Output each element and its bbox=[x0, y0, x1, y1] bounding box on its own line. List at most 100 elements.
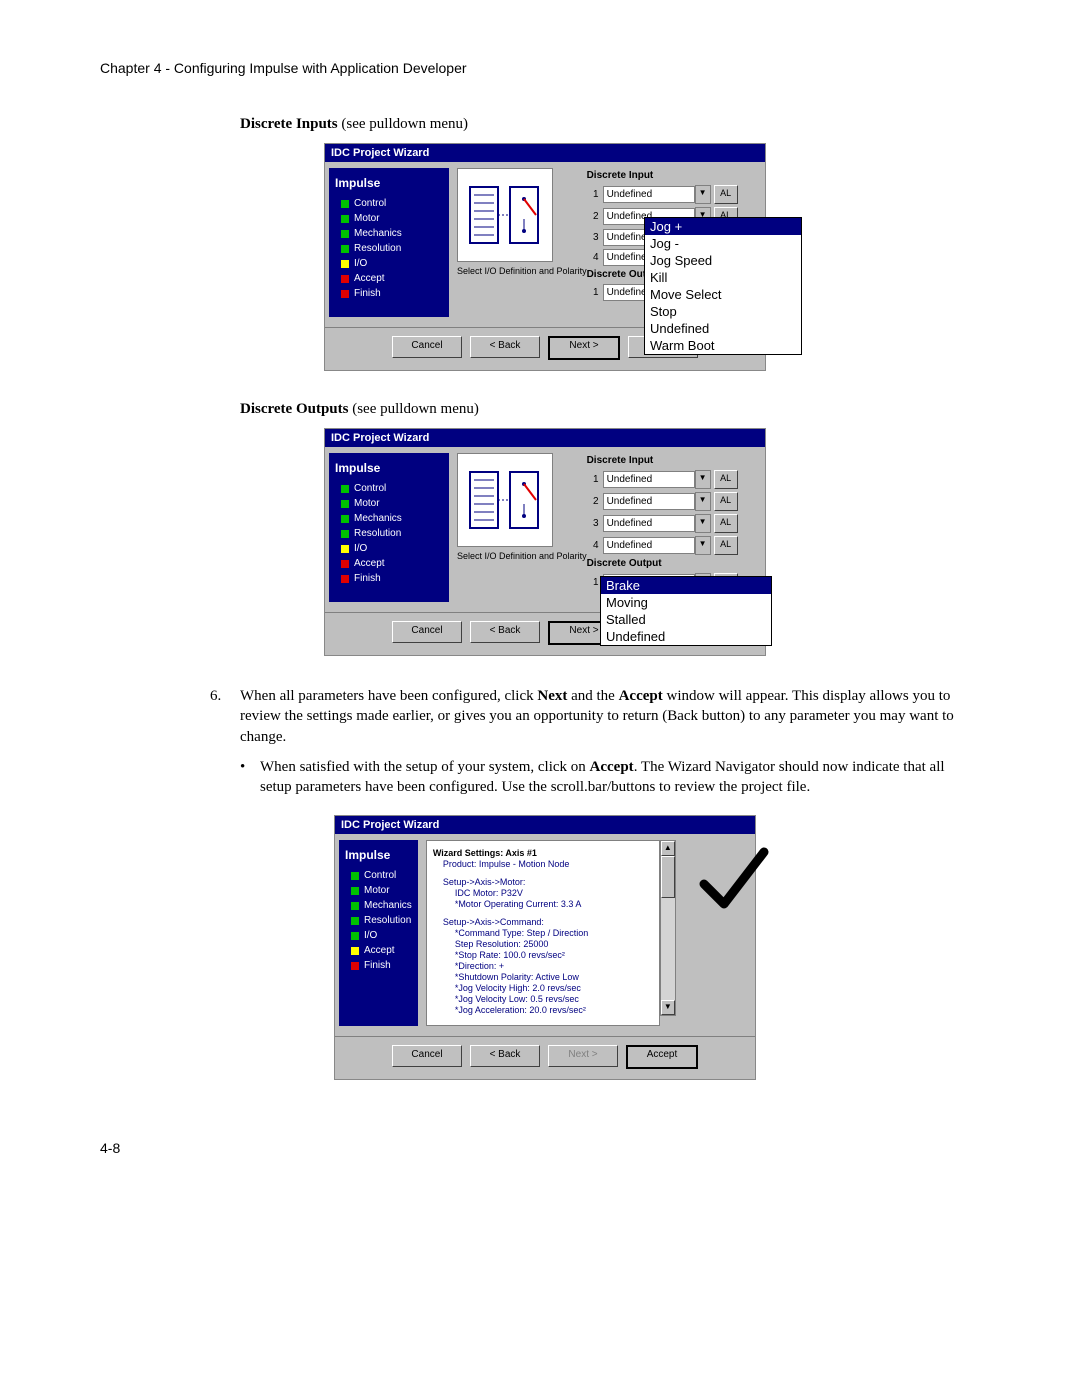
di-field-3[interactable]: Undefined bbox=[603, 515, 695, 532]
status-icon bbox=[341, 485, 349, 493]
nav-item-accept[interactable]: Accept bbox=[351, 945, 412, 956]
al-button[interactable]: AL bbox=[714, 470, 738, 489]
di-bold: Discrete Inputs bbox=[240, 116, 338, 132]
di-field-1[interactable]: Undefined bbox=[603, 186, 695, 203]
di-field-4[interactable]: Undefined bbox=[603, 537, 695, 554]
bullet-1: • When satisfied with the setup of your … bbox=[240, 757, 970, 798]
wizard-titlebar: IDC Project Wizard bbox=[325, 429, 765, 447]
cancel-button[interactable]: Cancel bbox=[392, 336, 462, 358]
nav-item-control[interactable]: Control bbox=[341, 483, 443, 494]
di-field-1[interactable]: Undefined bbox=[603, 471, 695, 488]
opt-jog-speed[interactable]: Jog Speed bbox=[645, 252, 801, 269]
io-illustration bbox=[457, 168, 553, 262]
nav-item-motor[interactable]: Motor bbox=[351, 885, 412, 896]
status-icon bbox=[341, 575, 349, 583]
dropdown-icon[interactable]: ▼ bbox=[695, 514, 711, 533]
nav-item-resolution[interactable]: Resolution bbox=[341, 243, 443, 254]
al-button-1[interactable]: AL bbox=[714, 185, 738, 204]
summary-box: Wizard Settings: Axis #1 Product: Impuls… bbox=[426, 840, 660, 1026]
opt-undefined[interactable]: Undefined bbox=[645, 320, 801, 337]
back-button[interactable]: < Back bbox=[470, 336, 540, 358]
di-rest: (see pulldown menu) bbox=[338, 116, 468, 132]
bullet-text: When satisfied with the setup of your sy… bbox=[260, 757, 970, 798]
opt-move-select[interactable]: Move Select bbox=[645, 286, 801, 303]
nav-item-mechanics[interactable]: Mechanics bbox=[341, 513, 443, 524]
wizard-nav: Impulse Control Motor Mechanics Resoluti… bbox=[329, 453, 449, 602]
nav-item-motor[interactable]: Motor bbox=[341, 498, 443, 509]
opt-stalled[interactable]: Stalled bbox=[601, 611, 771, 628]
cancel-button[interactable]: Cancel bbox=[392, 621, 462, 643]
do-bold: Discrete Outputs bbox=[240, 401, 348, 417]
wizard-titlebar: IDC Project Wizard bbox=[325, 144, 765, 162]
nav-title: Impulse bbox=[335, 461, 443, 475]
nav-item-accept[interactable]: Accept bbox=[341, 273, 443, 284]
status-icon bbox=[341, 290, 349, 298]
step-text: When all parameters have been configured… bbox=[240, 686, 970, 747]
opt-brake[interactable]: Brake bbox=[601, 577, 771, 594]
status-icon bbox=[341, 560, 349, 568]
nav-item-finish[interactable]: Finish bbox=[351, 960, 412, 971]
dropdown-icon[interactable]: ▼ bbox=[695, 536, 711, 555]
wizard-nav: Impulse Control Motor Mechanics Resoluti… bbox=[329, 168, 449, 317]
dropdown-icon[interactable]: ▼ bbox=[695, 492, 711, 511]
status-icon bbox=[351, 917, 359, 925]
status-icon bbox=[341, 260, 349, 268]
status-icon bbox=[351, 947, 359, 955]
io-illustration bbox=[457, 453, 553, 547]
di-dropdown-list[interactable]: Jog + Jog - Jog Speed Kill Move Select S… bbox=[644, 217, 802, 355]
section-discrete-inputs: Discrete Inputs (see pulldown menu) bbox=[240, 116, 990, 133]
next-button: Next > bbox=[548, 1045, 618, 1067]
nav-item-resolution[interactable]: Resolution bbox=[341, 528, 443, 539]
al-button[interactable]: AL bbox=[714, 536, 738, 555]
opt-undefined[interactable]: Undefined bbox=[601, 628, 771, 645]
nav-item-io[interactable]: I/O bbox=[351, 930, 412, 941]
status-icon bbox=[351, 902, 359, 910]
summary-scrollbar[interactable]: ▲ ▼ bbox=[660, 840, 676, 1016]
wizard-nav: Impulse Control Motor Mechanics Resoluti… bbox=[339, 840, 418, 1026]
di-field-2[interactable]: Undefined bbox=[603, 493, 695, 510]
page-number: 4-8 bbox=[100, 1140, 990, 1156]
bullet-icon: • bbox=[240, 757, 260, 798]
status-icon bbox=[341, 545, 349, 553]
checkmark-icon bbox=[694, 844, 770, 920]
opt-warm-boot[interactable]: Warm Boot bbox=[645, 337, 801, 354]
section-discrete-outputs: Discrete Outputs (see pulldown menu) bbox=[240, 401, 990, 418]
opt-kill[interactable]: Kill bbox=[645, 269, 801, 286]
cancel-button[interactable]: Cancel bbox=[392, 1045, 462, 1067]
opt-jog-plus[interactable]: Jog + bbox=[645, 218, 801, 235]
nav-item-mechanics[interactable]: Mechanics bbox=[351, 900, 412, 911]
do-dropdown-list[interactable]: Brake Moving Stalled Undefined bbox=[600, 576, 772, 646]
nav-item-accept[interactable]: Accept bbox=[341, 558, 443, 569]
nav-item-io[interactable]: I/O bbox=[341, 258, 443, 269]
opt-moving[interactable]: Moving bbox=[601, 594, 771, 611]
next-button[interactable]: Next > bbox=[548, 336, 620, 360]
back-button[interactable]: < Back bbox=[470, 1045, 540, 1067]
dropdown-icon[interactable]: ▼ bbox=[695, 470, 711, 489]
scroll-down-icon[interactable]: ▼ bbox=[661, 1000, 675, 1015]
status-icon bbox=[351, 962, 359, 970]
accept-button[interactable]: Accept bbox=[626, 1045, 698, 1069]
wizard-titlebar: IDC Project Wizard bbox=[335, 816, 755, 834]
nav-item-mechanics[interactable]: Mechanics bbox=[341, 228, 443, 239]
nav-item-finish[interactable]: Finish bbox=[341, 573, 443, 584]
dropdown-icon[interactable]: ▼ bbox=[695, 185, 711, 204]
scroll-thumb[interactable] bbox=[661, 856, 675, 898]
nav-item-resolution[interactable]: Resolution bbox=[351, 915, 412, 926]
step-6: 6. When all parameters have been configu… bbox=[210, 686, 970, 747]
al-button[interactable]: AL bbox=[714, 514, 738, 533]
opt-stop[interactable]: Stop bbox=[645, 303, 801, 320]
nav-item-control[interactable]: Control bbox=[351, 870, 412, 881]
back-button[interactable]: < Back bbox=[470, 621, 540, 643]
scroll-up-icon[interactable]: ▲ bbox=[661, 841, 675, 856]
opt-jog-minus[interactable]: Jog - bbox=[645, 235, 801, 252]
nav-item-io[interactable]: I/O bbox=[341, 543, 443, 554]
status-icon bbox=[351, 932, 359, 940]
nav-item-control[interactable]: Control bbox=[341, 198, 443, 209]
status-icon bbox=[341, 245, 349, 253]
status-icon bbox=[341, 275, 349, 283]
al-button[interactable]: AL bbox=[714, 492, 738, 511]
chapter-header: Chapter 4 - Configuring Impulse with App… bbox=[100, 60, 990, 76]
nav-item-motor[interactable]: Motor bbox=[341, 213, 443, 224]
summary-header: Wizard Settings: Axis #1 bbox=[433, 848, 653, 858]
nav-item-finish[interactable]: Finish bbox=[341, 288, 443, 299]
